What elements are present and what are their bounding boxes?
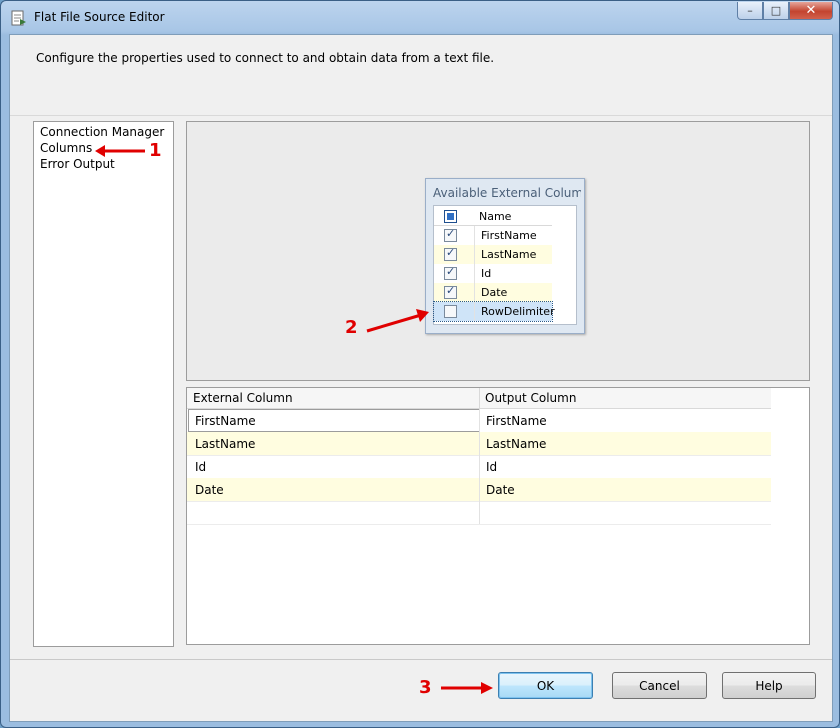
annotation-arrow-3-icon (441, 682, 493, 694)
available-columns-title: Available External Colum... (433, 186, 581, 200)
external-column-cell[interactable]: FirstName (195, 414, 256, 428)
column-checkbox[interactable] (444, 246, 457, 261)
flat-file-source-editor-window: Flat File Source Editor – □ ✕ Configure … (0, 0, 840, 728)
external-column-cell[interactable]: Id (195, 460, 206, 474)
column-divider (474, 283, 475, 302)
output-column-cell[interactable]: Id (486, 460, 497, 474)
column-name: Id (481, 267, 492, 280)
nav-item-columns[interactable]: Columns (40, 140, 92, 156)
output-column-cell[interactable]: FirstName (486, 414, 547, 428)
list-item[interactable]: Id (434, 264, 552, 283)
window-title: Flat File Source Editor (34, 10, 165, 24)
cancel-button[interactable]: Cancel (612, 672, 707, 699)
available-external-columns-box: Available External Colum... Name FirstNa… (425, 178, 585, 334)
dialog-description: Configure the properties used to connect… (36, 51, 495, 65)
external-column-cell[interactable]: Date (195, 483, 224, 497)
column-checkbox[interactable] (444, 284, 457, 299)
cell-divider (479, 478, 480, 501)
minimize-icon: – (747, 4, 753, 17)
list-item[interactable]: LastName (434, 245, 552, 264)
header-separator (10, 115, 832, 116)
table-row[interactable]: Id Id (187, 455, 771, 479)
column-name: LastName (481, 248, 537, 261)
column-checkbox[interactable] (444, 305, 457, 318)
header-divider (479, 388, 480, 408)
cell-divider (479, 501, 480, 524)
select-all-checkbox[interactable] (444, 210, 457, 223)
table-row[interactable]: Date Date (187, 478, 771, 502)
cell-divider (479, 409, 480, 432)
column-divider (474, 226, 475, 245)
output-column-cell[interactable]: Date (486, 483, 515, 497)
list-item[interactable]: Date (434, 283, 552, 302)
column-checkbox[interactable] (444, 265, 457, 280)
empty-table-row[interactable] (187, 501, 771, 525)
name-header: Name (479, 210, 512, 223)
annotation-arrow-1-icon (95, 145, 145, 157)
column-divider (474, 264, 475, 283)
title-bar[interactable]: Flat File Source Editor – □ ✕ (1, 1, 839, 35)
nav-pane: Connection Manager Columns Error Output (33, 121, 174, 647)
header-external-column[interactable]: External Column (193, 391, 293, 405)
column-divider (474, 245, 475, 264)
list-item[interactable]: RowDelimiter (433, 301, 555, 322)
minimize-button[interactable]: – (737, 2, 763, 20)
grid-header: External Column Output Column (187, 388, 771, 409)
dialog-client-area: Configure the properties used to connect… (9, 34, 833, 722)
close-button[interactable]: ✕ (789, 2, 833, 20)
annotation-2: 2 (345, 317, 358, 338)
table-row[interactable]: LastName LastName (187, 432, 771, 456)
column-name: FirstName (481, 229, 537, 242)
output-column-cell[interactable]: LastName (486, 437, 546, 451)
header-band: Configure the properties used to connect… (10, 35, 832, 115)
ok-button[interactable]: OK (498, 672, 593, 699)
nav-item-connection-manager[interactable]: Connection Manager (40, 124, 164, 140)
column-name: Date (481, 286, 508, 299)
app-icon (11, 10, 26, 26)
cell-divider (479, 455, 480, 478)
maximize-button[interactable]: □ (763, 2, 789, 20)
caption-buttons: – □ ✕ (737, 2, 833, 20)
mapping-grid: External Column Output Column FirstName … (186, 387, 810, 645)
footer-separator (10, 659, 832, 660)
table-row[interactable]: FirstName FirstName (187, 409, 771, 433)
nav-item-error-output[interactable]: Error Output (40, 156, 115, 172)
available-columns-header: Name (434, 206, 552, 226)
available-columns-list: Name FirstName LastName Id Date (433, 205, 577, 325)
header-output-column[interactable]: Output Column (485, 391, 576, 405)
close-icon: ✕ (805, 3, 817, 18)
list-item[interactable]: FirstName (434, 226, 552, 245)
column-name: RowDelimiter (481, 305, 555, 318)
annotation-arrow-2-icon (366, 309, 429, 333)
cell-divider (479, 432, 480, 455)
column-checkbox[interactable] (444, 227, 457, 242)
annotation-1: 1 (149, 140, 162, 161)
column-divider (474, 302, 475, 321)
help-button[interactable]: Help (722, 672, 816, 699)
annotation-3: 3 (419, 677, 432, 698)
external-column-cell[interactable]: LastName (195, 437, 255, 451)
maximize-icon: □ (770, 4, 782, 17)
